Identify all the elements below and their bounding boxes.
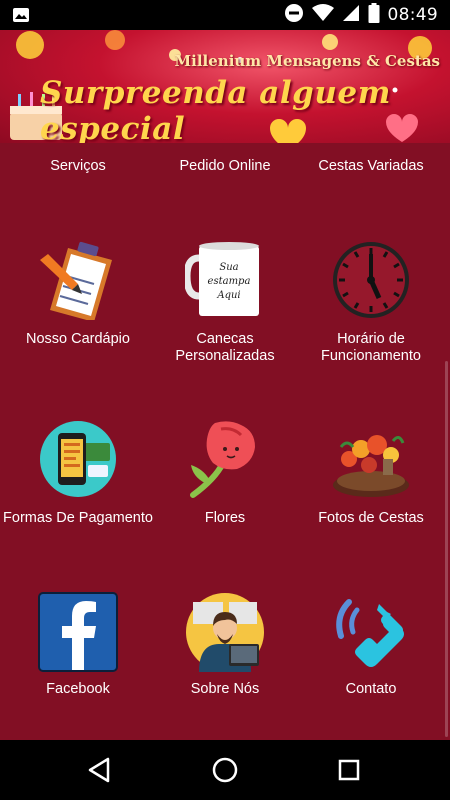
header-banner: Millenium Mensagens & Cestas Surpreenda … — [0, 30, 450, 143]
mug-text-line1: Sua — [219, 262, 238, 273]
image-icon — [12, 7, 30, 28]
banner-subtitle: Millenium Mensagens & Cestas — [174, 52, 440, 70]
navigation-bar — [0, 740, 450, 800]
menu-item-cestas-variadas[interactable]: Cestas Variadas — [296, 143, 446, 183]
back-icon[interactable] — [84, 754, 116, 786]
clock-icon — [333, 242, 409, 318]
banner-headline: Surpreenda alguem especial — [40, 75, 391, 143]
menu-item-label: Flores — [204, 510, 246, 526]
clock-time: 08:49 — [387, 5, 438, 25]
menu-item-label: Nosso Cardápio — [26, 331, 130, 347]
menu-item-label: Formas De Pagamento — [3, 510, 153, 526]
menu-item-fotos-cestas[interactable]: Fotos de Cestas — [296, 419, 446, 549]
wifi-icon — [311, 3, 334, 27]
clipboard-icon — [40, 241, 112, 320]
menu-item-label: Horário de Funcionamento — [321, 331, 421, 364]
menu-item-label: Pedido Online — [179, 158, 271, 174]
rose-icon — [190, 421, 255, 498]
menu-item-pedido-online[interactable]: Pedido Online — [150, 143, 300, 183]
menu-item-label: Facebook — [46, 681, 110, 697]
menu-item-nosso-cardapio[interactable]: Nosso Cardápio — [3, 240, 153, 370]
menu-item-horario[interactable]: Horário de Funcionamento — [296, 240, 446, 370]
menu-item-label: Sobre Nós — [190, 681, 260, 697]
menu-item-servicos[interactable]: Serviços — [3, 143, 153, 183]
menu-item-contato[interactable]: Contato — [296, 592, 446, 722]
menu-item-label: Contato — [345, 681, 397, 697]
phone-icon — [336, 599, 404, 667]
mug-text-line2: estampa — [208, 276, 251, 287]
menu-item-flores[interactable]: Flores — [150, 419, 300, 549]
mug-icon: Sua estampa Aqui — [185, 242, 259, 316]
status-bar: 08:49 — [0, 0, 450, 30]
menu-item-label: Canecas Personalizadas — [175, 331, 275, 364]
menu-item-label: Cestas Variadas — [318, 158, 424, 174]
scrollbar[interactable] — [445, 361, 448, 737]
home-icon[interactable] — [209, 754, 241, 786]
menu-item-facebook[interactable]: Facebook — [3, 592, 153, 722]
basket-icon — [333, 435, 409, 497]
menu-grid: Serviços Pedido Online Cestas Variadas N… — [0, 143, 450, 740]
mug-text-line3: Aqui — [216, 290, 240, 301]
person-at-computer-icon — [186, 593, 264, 672]
do-not-disturb-icon — [284, 3, 304, 28]
signal-icon — [342, 4, 360, 27]
recents-icon[interactable] — [333, 754, 365, 786]
battery-icon — [368, 2, 380, 28]
payment-phone-icon — [40, 421, 116, 497]
menu-item-formas-pagamento[interactable]: Formas De Pagamento — [3, 419, 153, 549]
menu-item-sobre-nos[interactable]: Sobre Nós — [150, 592, 300, 722]
menu-item-canecas[interactable]: Sua estampa Aqui Canecas Personalizadas — [150, 240, 300, 370]
menu-item-label: Fotos de Cestas — [318, 510, 424, 526]
facebook-icon — [38, 592, 118, 672]
menu-item-label: Serviços — [50, 158, 106, 174]
